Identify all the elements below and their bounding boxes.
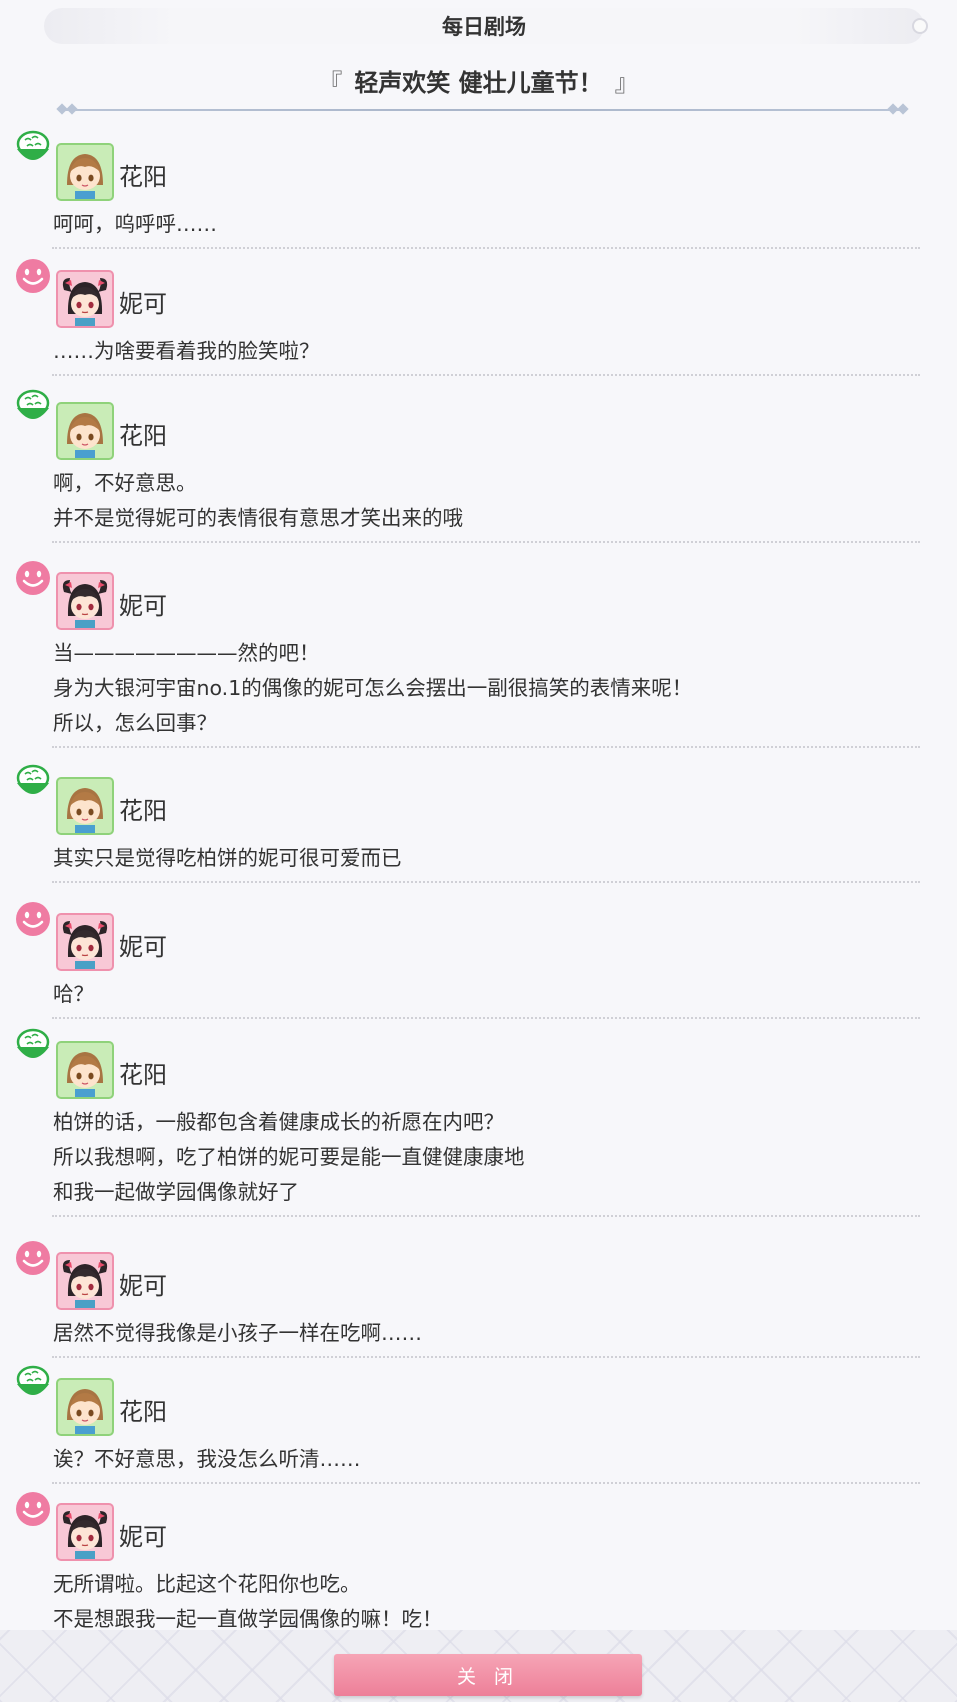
close-button-label: 关 闭 (456, 1665, 520, 1688)
dialogue-line: 身为大银河宇宙no.1的偶像的妮可怎么会摆出一副很搞笑的表情来呢！ (53, 676, 693, 700)
entry-divider (52, 247, 920, 249)
nico-portrait (62, 1260, 108, 1308)
header-bar: 每日剧场 (44, 8, 928, 44)
speaker-name: 妮可 (119, 1523, 167, 1551)
dialogue-line: 呵呵，呜呼呼…… (53, 212, 217, 236)
open-quote-mark: 『 (318, 68, 343, 97)
rice-bowl-icon (14, 386, 52, 428)
rice-bowl-icon (16, 130, 50, 160)
speaker-name: 妮可 (119, 1272, 167, 1300)
hanayo-portrait (67, 154, 103, 199)
nico-avatar (56, 1503, 114, 1561)
speaker-name: 花阳 (119, 1398, 167, 1426)
dialogue-line: 诶？不好意思，我没怎么听清…… (53, 1447, 361, 1471)
speaker-name: 妮可 (119, 933, 167, 961)
rice-bowl-icon (16, 764, 50, 794)
rice-bowl-icon (14, 761, 52, 803)
smiley-face-icon (14, 556, 52, 598)
dialogue-line: 哈？ (53, 982, 94, 1006)
speaker-name: 花阳 (119, 1061, 167, 1089)
hanayo-portrait (67, 1052, 103, 1097)
header-ornament (912, 18, 928, 34)
hanayo-portrait (67, 788, 103, 833)
close-button[interactable]: 关 闭 (334, 1654, 642, 1696)
dialogue-line: 啊，不好意思。 (53, 471, 197, 495)
smiley-face-icon (16, 902, 50, 936)
nico-portrait (62, 580, 108, 628)
smiley-face-icon (16, 259, 50, 293)
entry-divider (52, 746, 920, 748)
rice-bowl-icon (14, 1362, 52, 1404)
title-divider (56, 103, 909, 115)
hanayo-portrait (67, 413, 103, 458)
nico-portrait (62, 278, 108, 326)
speaker-name: 妮可 (119, 592, 167, 620)
smiley-face-icon (14, 1487, 52, 1529)
speaker-name: 花阳 (119, 422, 167, 450)
hanayo-avatar (56, 143, 114, 201)
rice-bowl-icon (14, 1025, 52, 1067)
rice-bowl-icon (14, 127, 52, 169)
smiley-face-icon (14, 254, 52, 296)
dialogue-line: 所以我想啊，吃了柏饼的妮可要是能一直健健康康地 (53, 1145, 525, 1169)
speaker-name: 花阳 (119, 163, 167, 191)
hanayo-avatar (56, 1378, 114, 1436)
dialogue-line: 所以，怎么回事？ (53, 711, 217, 735)
dialogue-line: ……为啥要看着我的脸笑啦？ (53, 339, 320, 363)
nico-avatar (56, 270, 114, 328)
entry-divider (52, 1356, 920, 1358)
dialogue-line: 当————————然的吧！ (53, 641, 320, 665)
speaker-name: 妮可 (119, 290, 167, 318)
dialogue-line: 不是想跟我一起一直做学园偶像的嘛！吃！ (53, 1607, 443, 1631)
dialogue-line: 其实只是觉得吃柏饼的妮可很可爱而已 (53, 846, 402, 870)
dialogue-line: 柏饼的话，一般都包含着健康成长的祈愿在内吧？ (53, 1110, 504, 1134)
rice-bowl-icon (16, 389, 50, 419)
nico-portrait (62, 1511, 108, 1559)
nico-avatar (56, 572, 114, 630)
nico-portrait (62, 921, 108, 969)
dialogue-line: 无所谓啦。比起这个花阳你也吃。 (53, 1572, 361, 1596)
entry-divider (52, 374, 920, 376)
rice-bowl-icon (16, 1028, 50, 1058)
smiley-face-icon (14, 1236, 52, 1278)
hanayo-avatar (56, 777, 114, 835)
nico-avatar (56, 913, 114, 971)
nico-avatar (56, 1252, 114, 1310)
divider-diamond-icon (66, 103, 78, 115)
hanayo-avatar (56, 1041, 114, 1099)
episode-title: 『 轻声欢笑 健壮儿童节！ 』 (0, 60, 957, 100)
episode-title-text: 轻声欢笑 健壮儿童节！ (354, 68, 603, 97)
entry-divider (52, 1017, 920, 1019)
speaker-name: 花阳 (119, 797, 167, 825)
dialogue-line: 并不是觉得妮可的表情很有意思才笑出来的哦 (53, 506, 463, 530)
smiley-face-icon (16, 1492, 50, 1526)
hanayo-avatar (56, 402, 114, 460)
page-title: 每日剧场 (442, 15, 526, 39)
entry-divider (52, 1482, 920, 1484)
smiley-face-icon (16, 561, 50, 595)
dialogue-line: 居然不觉得我像是小孩子一样在吃啊…… (53, 1321, 422, 1345)
close-quote-mark: 』 (614, 68, 639, 97)
smiley-face-icon (16, 1241, 50, 1275)
dialogue-line: 和我一起做学园偶像就好了 (53, 1180, 299, 1204)
entry-divider (52, 541, 920, 543)
rice-bowl-icon (16, 1365, 50, 1395)
smiley-face-icon (14, 897, 52, 939)
hanayo-portrait (67, 1389, 103, 1434)
divider-diamond-icon (897, 103, 909, 115)
entry-divider (52, 881, 920, 883)
entry-divider (52, 1215, 920, 1217)
